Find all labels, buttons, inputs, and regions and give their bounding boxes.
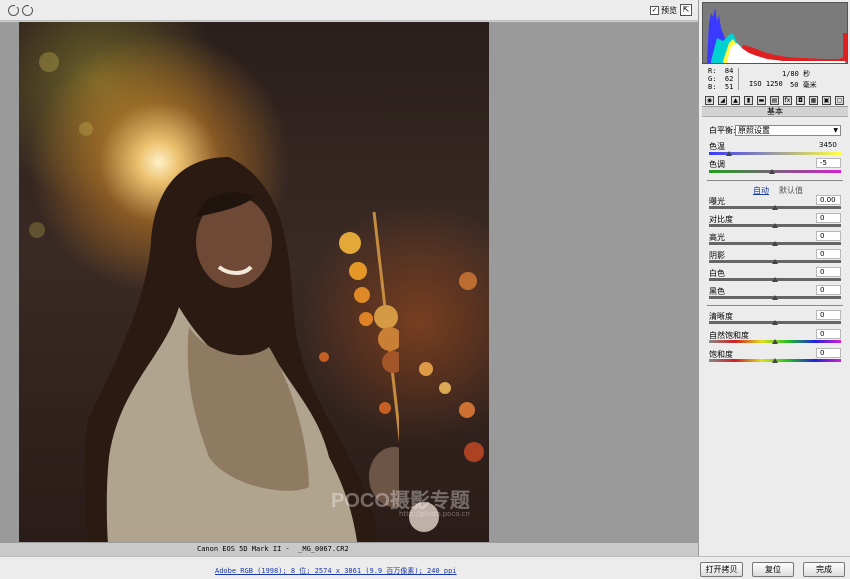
- histogram: [702, 2, 848, 64]
- preview-label: 预览: [661, 6, 677, 15]
- tab-detail[interactable]: ▲: [731, 96, 740, 105]
- tab-split-toning[interactable]: ▬: [757, 96, 766, 105]
- adjustment-panel: R: 84 G: 62 B: 51 1/80 秒 ISO 1250 50 毫米 …: [698, 0, 850, 556]
- bottom-bar: Adobe RGB (1998); 8 位; 2574 x 3861 (9.9 …: [0, 556, 850, 579]
- temperature-slider-thumb[interactable]: [725, 151, 732, 156]
- tab-hsl[interactable]: ▮: [744, 96, 753, 105]
- g-value: 62: [724, 75, 734, 83]
- image-canvas[interactable]: POCO摄影专题 http://photo.poco.cn: [0, 22, 698, 542]
- section-title: 基本: [702, 107, 848, 117]
- tab-menu[interactable]: ▢: [835, 96, 844, 105]
- tab-presets[interactable]: ▦: [809, 96, 818, 105]
- workflow-options-link[interactable]: Adobe RGB (1998); 8 位; 2574 x 3861 (9.9 …: [215, 566, 457, 576]
- basic-value-field[interactable]: 0.00: [816, 195, 841, 205]
- presence-value-field[interactable]: 0: [816, 348, 841, 358]
- white-balance-select[interactable]: 原照设置 ▼: [735, 125, 841, 136]
- pixel-readout: R: 84 G: 62 B: 51 1/80 秒 ISO 1250 50 毫米: [702, 65, 848, 93]
- temperature-value: 3450: [819, 141, 837, 149]
- done-button[interactable]: 完成: [803, 562, 845, 577]
- tab-basic[interactable]: ◉: [705, 96, 714, 105]
- chevron-down-icon: ▼: [833, 127, 838, 134]
- watermark-brand: POCO摄影专题: [331, 490, 470, 512]
- basic-value-field[interactable]: 0: [816, 267, 841, 277]
- basic-slider-thumb[interactable]: [772, 295, 778, 300]
- g-label: G:: [708, 75, 717, 83]
- shutter-speed: 1/80 秒: [782, 70, 811, 78]
- fullscreen-icon[interactable]: ⇱: [680, 4, 692, 16]
- tab-lens[interactable]: ▤: [770, 96, 779, 105]
- photo-preview: POCO摄影专题 http://photo.poco.cn: [19, 22, 489, 542]
- tab-tone-curve[interactable]: ◢: [718, 96, 727, 105]
- b-label: B:: [708, 83, 717, 91]
- tab-effects[interactable]: fx: [783, 96, 792, 105]
- default-link[interactable]: 默认值: [779, 185, 803, 196]
- temperature-label: 色温: [709, 142, 725, 151]
- basic-slider-thumb[interactable]: [772, 277, 778, 282]
- b-value: 51: [724, 83, 734, 91]
- preview-checkbox[interactable]: ✓: [650, 6, 659, 15]
- focal-length: 50 毫米: [790, 81, 817, 89]
- white-balance-value: 原照设置: [738, 126, 770, 135]
- iso-value: ISO 1250: [749, 80, 783, 88]
- toolbar: ✓ 预览 ⇱: [0, 0, 698, 21]
- basic-slider-thumb[interactable]: [772, 205, 778, 210]
- white-balance-label: 白平衡:: [709, 126, 736, 135]
- presence-slider-thumb[interactable]: [772, 339, 778, 344]
- basic-value-field[interactable]: 0: [816, 231, 841, 241]
- tint-label: 色调: [709, 160, 725, 169]
- tint-field[interactable]: -5: [816, 158, 841, 168]
- camera-file-info: Canon EOS 5D Mark II - _MG_0067.CR2: [197, 545, 349, 553]
- basic-slider-thumb[interactable]: [772, 259, 778, 264]
- basic-value-field[interactable]: 0: [816, 213, 841, 223]
- presence-slider-thumb[interactable]: [772, 358, 778, 363]
- tab-snapshots[interactable]: ▣: [822, 96, 831, 105]
- rotate-right-icon[interactable]: [22, 3, 33, 16]
- panel-tabs: ◉ ◢ ▲ ▮ ▬ ▤ fx ◘ ▦ ▣ ▢: [702, 95, 848, 107]
- tab-camera-calibration[interactable]: ◘: [796, 96, 805, 105]
- basic-slider-thumb[interactable]: [772, 241, 778, 246]
- basic-value-field[interactable]: 0: [816, 249, 841, 259]
- tint-slider-thumb[interactable]: [769, 169, 776, 174]
- presence-slider-thumb[interactable]: [772, 320, 778, 325]
- reset-button[interactable]: 复位: [752, 562, 794, 577]
- r-value: 84: [724, 67, 734, 75]
- watermark-url: http://photo.poco.cn: [399, 510, 470, 518]
- status-bar: Canon EOS 5D Mark II - _MG_0067.CR2: [0, 542, 698, 556]
- r-label: R:: [708, 67, 717, 75]
- rotate-left-icon[interactable]: [8, 3, 19, 16]
- presence-value-field[interactable]: 0: [816, 329, 841, 339]
- histogram-icon: [707, 8, 847, 63]
- basic-slider-thumb[interactable]: [772, 223, 778, 228]
- presence-value-field[interactable]: 0: [816, 310, 841, 320]
- open-copy-button[interactable]: 打开拷贝: [700, 562, 743, 577]
- auto-link[interactable]: 自动: [753, 185, 769, 196]
- basic-value-field[interactable]: 0: [816, 285, 841, 295]
